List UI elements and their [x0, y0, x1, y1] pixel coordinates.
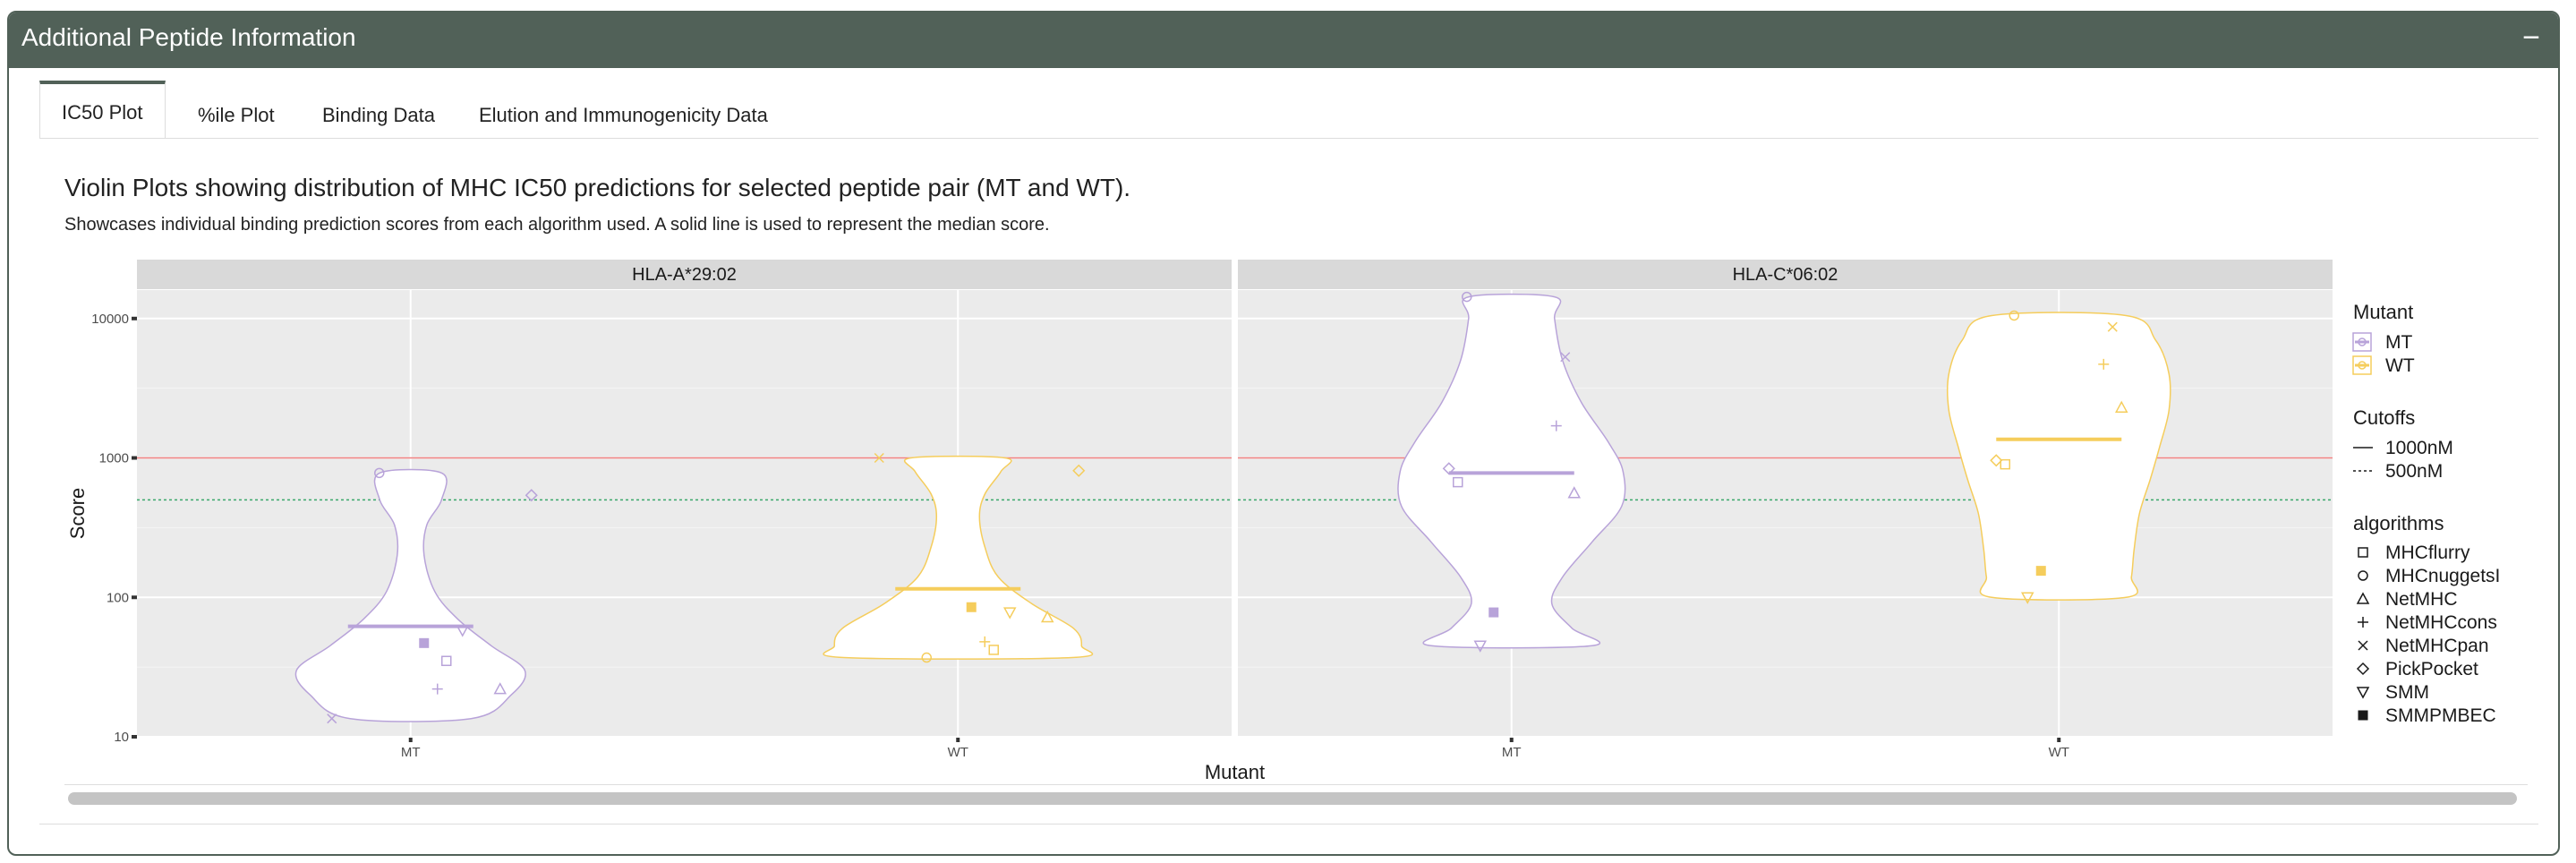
y-tick-label: 10000 [91, 312, 129, 327]
y-axis-title: Score [66, 488, 89, 539]
scrollbar-thumb[interactable] [68, 792, 2517, 805]
y-tick-label: 10 [114, 730, 129, 745]
legend-label-WT: WT [2385, 355, 2415, 376]
legend-label-NetMHC: NetMHC [2385, 589, 2458, 610]
point-SMMPMBEC [2035, 566, 2046, 577]
legend-shape-MHCflurry [2358, 547, 2368, 558]
facet-label: HLA-A*29:02 [632, 265, 737, 285]
collapse-button[interactable]: − [2522, 20, 2540, 56]
legend-label-MHCnuggetsI: MHCnuggetsI [2385, 566, 2500, 586]
legend-label-MT: MT [2385, 332, 2412, 353]
legend-algorithms-title: algorithms [2353, 512, 2444, 534]
legend-shape-SMM [2356, 687, 2370, 699]
panel-background [1238, 290, 2333, 737]
legend-label-PickPocket: PickPocket [2385, 659, 2478, 679]
legend-label-MHCflurry: MHCflurry [2385, 543, 2470, 563]
legend-label-SMMPMBEC: SMMPMBEC [2385, 705, 2496, 726]
ic50-violin-chart: HLA-A*29:02MT WTHLA-C*06:02MT WT1010010001… [66, 260, 2500, 783]
x-tick-label: WT [948, 745, 968, 760]
legend-shape-MHCnuggetsI [2358, 570, 2368, 581]
legend-label-NetMHCpan: NetMHCpan [2385, 636, 2489, 656]
legend-label-1000nM: 1000nM [2385, 438, 2453, 458]
facet-label: HLA-C*06:02 [1733, 265, 1838, 285]
x-tick-label: MT [401, 745, 421, 760]
point-SMMPMBEC [966, 602, 977, 612]
x-tick-label: MT [1502, 745, 1522, 760]
box-title: Additional Peptide Information [21, 23, 356, 51]
legend-shape-NetMHCcons [2358, 617, 2368, 628]
tab-panel: IC50 Plot %ile Plot Binding Data Elution… [39, 81, 2538, 825]
point-SMMPMBEC [419, 637, 430, 648]
horizontal-scrollbar[interactable] [64, 784, 2528, 808]
legend-label-SMM: SMM [2385, 682, 2429, 703]
x-tick-label: WT [2049, 745, 2069, 760]
legend-label-500nM: 500nM [2385, 461, 2443, 482]
point-SMMPMBEC [1488, 607, 1499, 618]
y-tick-label: 100 [107, 590, 129, 605]
legend-mutant-title: Mutant [2353, 301, 2413, 323]
additional-peptide-info-box: Additional Peptide Information − IC50 Pl… [7, 11, 2560, 856]
legend-shape-NetMHCpan [2358, 640, 2368, 651]
legend-shape-PickPocket [2356, 662, 2370, 676]
legend-shape-SMMPMBEC [2358, 710, 2368, 721]
legend-label-NetMHCcons: NetMHCcons [2385, 612, 2497, 633]
box-header: Additional Peptide Information − [9, 13, 2558, 68]
y-tick-label: 1000 [99, 451, 129, 466]
legend-shape-NetMHC [2356, 592, 2370, 604]
legend-cutoffs-title: Cutoffs [2353, 406, 2415, 429]
x-axis-title: Mutant [1205, 761, 1265, 783]
